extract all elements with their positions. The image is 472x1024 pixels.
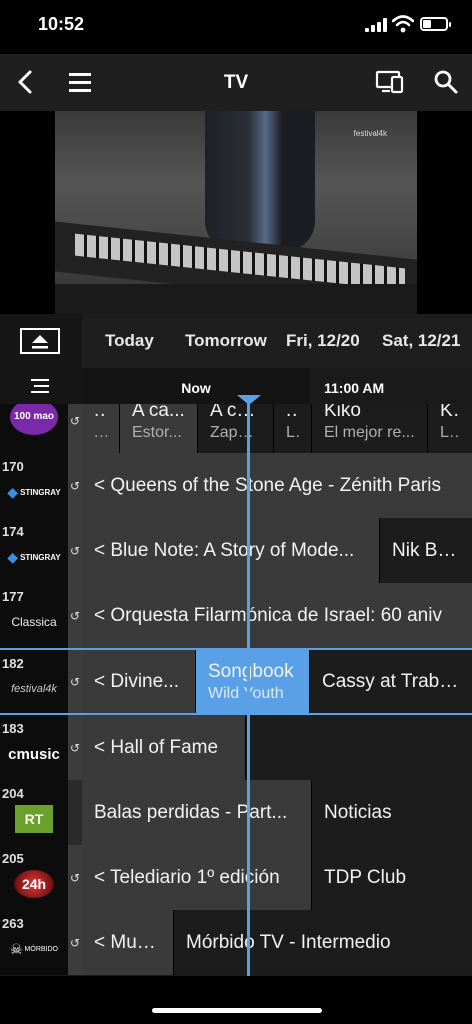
channel-row: 205 24h ↺ < Telediario 1º edición TDP Cl… — [0, 845, 472, 910]
time-slot-label: 11:00 AM — [324, 380, 385, 396]
tab-fri[interactable]: Fri, 12/20 — [286, 331, 360, 351]
replay-icon[interactable]: ↺ — [68, 583, 82, 648]
video-channel-logo: festival4k — [353, 129, 387, 138]
replay-icon[interactable]: ↺ — [68, 650, 82, 713]
program-cell-highlighted[interactable]: Songbook Wild Youth — [196, 650, 310, 713]
channel-number: 177 — [2, 589, 24, 604]
tab-tomorrow[interactable]: Tomorrow — [185, 331, 267, 351]
status-time: 10:52 — [38, 14, 85, 34]
now-indicator-line — [247, 398, 250, 976]
channel-row: 177 Classica ↺ < Orquesta Filarmónica de… — [0, 583, 472, 648]
channel-number: 204 — [2, 786, 24, 801]
replay-slot — [68, 780, 82, 845]
channel-logo: cmusic — [8, 745, 60, 763]
cellular-signal-icon — [365, 18, 387, 32]
channel-logo: festival4k — [11, 683, 57, 695]
battery-icon — [420, 17, 451, 31]
program-cell[interactable]: Mórbido TV - Intermedio — [174, 910, 472, 975]
channel-cell[interactable]: 177 Classica — [0, 583, 68, 648]
channel-cell[interactable]: 205 24h — [0, 845, 68, 910]
channel-number: 170 — [2, 459, 24, 474]
program-cell[interactable]: < Blue Note: A Story of Mode... — [82, 518, 380, 583]
program-cell[interactable]: < Mun... — [82, 910, 174, 975]
channel-logo: Classica — [11, 615, 57, 629]
channel-logo: ◆ STINGRAY — [7, 483, 61, 500]
channel-logo: ◆ STINGRAY — [7, 548, 61, 565]
replay-icon[interactable]: ↺ — [68, 715, 82, 780]
program-cell[interactable]: Noticias — [312, 780, 472, 845]
channel-cell[interactable]: 204 RT — [0, 780, 68, 845]
channel-logo: 24h — [2, 869, 66, 899]
video-performer — [205, 111, 315, 251]
channel-row: 100 mao ↺ ...... A ca...Estor... A ca...… — [0, 404, 472, 453]
program-cell[interactable]: Balas perdidas - Part... — [82, 780, 312, 845]
channel-number: 263 — [2, 916, 24, 931]
channel-row-selected: 182 festival4k ↺ < Divine... Songbook Wil… — [0, 648, 472, 715]
program-cell[interactable]: TDP Club — [312, 845, 472, 910]
channel-number: 183 — [2, 721, 24, 736]
program-cell[interactable]: KikoLa a — [428, 404, 472, 453]
replay-icon[interactable]: ↺ — [68, 910, 82, 975]
expand-player-button[interactable] — [0, 314, 82, 368]
channel-cell[interactable]: 182 festival4k — [0, 650, 68, 713]
channel-logo: 100 mao — [2, 404, 66, 435]
video-frame[interactable]: festival4k — [55, 111, 417, 314]
program-cell[interactable]: ...L... — [274, 404, 312, 453]
channel-row: 263 ☠ MÓRBIDO ↺ < Mun... Mórbido TV - Int… — [0, 910, 472, 975]
channel-cell[interactable]: 170 ◆ STINGRAY — [0, 453, 68, 518]
program-cell[interactable]: < Queens of the Stone Age - Zénith Paris — [82, 453, 472, 518]
program-cell[interactable]: Kiko El mejor re... — [312, 404, 428, 453]
video-bottom — [55, 284, 417, 314]
program-cell[interactable]: < Telediario 1º edición — [82, 845, 312, 910]
date-tabs: Today Tomorrow Fri, 12/20 Sat, 12/21 — [0, 314, 472, 368]
filter-button[interactable] — [0, 368, 82, 404]
search-icon[interactable] — [428, 64, 464, 100]
channel-number: 182 — [2, 656, 24, 671]
channel-number: 174 — [2, 524, 24, 539]
tab-sat[interactable]: Sat, 12/21 — [382, 331, 460, 351]
channel-number: 205 — [2, 851, 24, 866]
program-guide: 100 mao ↺ ...... A ca...Estor... A ca...… — [0, 404, 472, 976]
program-cell[interactable]: < Orquesta Filarmónica de Israel: 60 ani… — [82, 583, 472, 648]
program-cell[interactable]: A ca... Estor... — [120, 404, 198, 453]
replay-icon[interactable]: ↺ — [68, 453, 82, 518]
program-cell[interactable]: Cassy at Traben — [310, 650, 472, 713]
home-indicator[interactable] — [152, 1008, 322, 1013]
replay-icon[interactable]: ↺ — [68, 845, 82, 910]
replay-icon[interactable]: ↺ — [68, 404, 82, 453]
channel-row: 183 cmusic ↺ < Hall of Fame — [0, 715, 472, 780]
program-cell[interactable]: A ca... Zapat... — [198, 404, 274, 453]
eject-icon — [20, 328, 60, 354]
channel-row: 204 RT Balas perdidas - Part... Noticias — [0, 780, 472, 845]
video-player[interactable]: festival4k — [0, 111, 472, 314]
channel-cell[interactable]: 100 mao — [0, 404, 68, 453]
program-cell[interactable]: Nik Bärts — [380, 518, 472, 583]
channel-cell[interactable]: 263 ☠ MÓRBIDO — [0, 910, 68, 975]
now-label[interactable]: Now — [82, 368, 310, 404]
now-indicator-marker — [237, 395, 261, 405]
channel-logo: RT — [2, 804, 66, 834]
status-bar: 10:52 — [0, 0, 472, 54]
program-cell[interactable]: ...... — [82, 404, 120, 453]
nav-bar: TV — [0, 54, 472, 111]
program-cell[interactable]: < Hall of Fame — [82, 715, 246, 780]
home-area — [0, 976, 472, 1024]
time-header: Now 11:00 AM — [0, 368, 472, 404]
channel-logo: ☠ MÓRBIDO — [9, 940, 58, 957]
filter-icon — [31, 379, 49, 393]
tab-today[interactable]: Today — [105, 331, 154, 351]
cast-devices-icon[interactable] — [372, 64, 408, 100]
channel-row: 170 ◆ STINGRAY ↺ < Queens of the Stone Ag… — [0, 453, 472, 518]
program-cell[interactable]: < Divine... — [82, 650, 196, 713]
program-cell-empty[interactable] — [246, 715, 472, 780]
replay-icon[interactable]: ↺ — [68, 518, 82, 583]
wifi-icon — [392, 15, 414, 33]
channel-cell[interactable]: 183 cmusic — [0, 715, 68, 780]
channel-row: 174 ◆ STINGRAY ↺ < Blue Note: A Story of … — [0, 518, 472, 583]
channel-cell[interactable]: 174 ◆ STINGRAY — [0, 518, 68, 583]
